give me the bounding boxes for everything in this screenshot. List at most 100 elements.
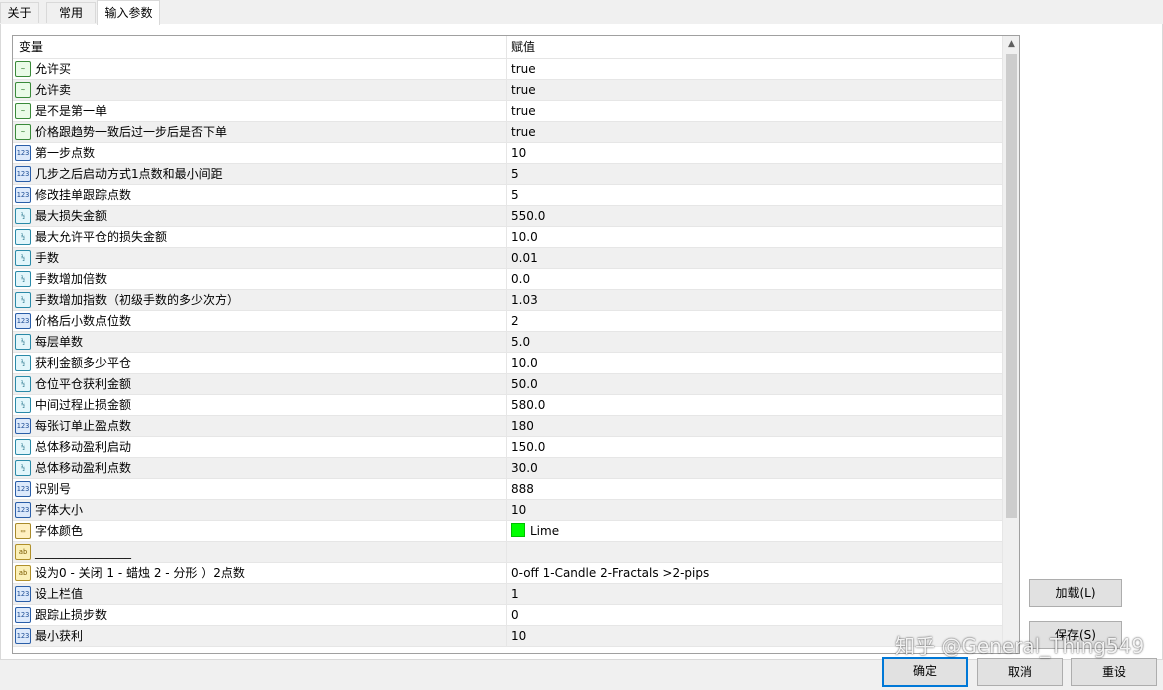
watermark: 知乎 @General_Thing549 [895,634,1145,658]
reset-button[interactable]: 重设 [1071,658,1157,686]
variable-name: 字体颜色 [35,524,84,538]
value-cell[interactable]: 5 [511,164,519,184]
table-row[interactable]: ½ 总体移动盈利启动 150.0 [13,437,1002,458]
variable-cell: 123 每张订单止盈点数 [13,416,507,436]
value-text: 5 [511,167,519,181]
load-button[interactable]: 加载(L) [1029,579,1122,607]
table-row[interactable]: 123 修改挂单跟踪点数 5 [13,185,1002,206]
table-row[interactable]: ab ________________ [13,542,1002,563]
value-cell[interactable]: 5.0 [511,332,530,352]
tab-about[interactable]: 关于 [0,2,39,23]
value-cell[interactable]: 5 [511,185,519,205]
value-cell[interactable]: 10.0 [511,353,538,373]
value-cell[interactable]: 10 [511,143,526,163]
table-row[interactable]: ~ 允许买 true [13,59,1002,80]
table-row[interactable]: ½ 手数增加倍数 0.0 [13,269,1002,290]
value-text: Lime [530,524,560,538]
table-row[interactable]: ½ 获利金额多少平仓 10.0 [13,353,1002,374]
table-row[interactable]: ~ 允许卖 true [13,80,1002,101]
grid-rows: ~ 允许买 true ~ 允许卖 true ~ 是不是第一单 true ~ 价格跟趋势一致后过一步后… [13,59,1002,647]
variable-cell: 123 修改挂单跟踪点数 [13,185,507,205]
column-header-variable[interactable]: 变量 [19,36,43,58]
value-cell[interactable]: 10 [511,626,526,646]
value-text: 10 [511,629,527,643]
table-row[interactable]: ½ 最大允许平仓的损失金额 10.0 [13,227,1002,248]
value-cell[interactable]: 10.0 [511,227,538,247]
table-row[interactable]: 123 第一步点数 10 [13,143,1002,164]
value-cell[interactable]: 50.0 [511,374,538,394]
value-cell[interactable]: 0 [511,605,519,625]
variable-cell: ½ 获利金额多少平仓 [13,353,507,373]
table-row[interactable]: 123 识别号 888 [13,479,1002,500]
cancel-button[interactable]: 取消 [977,658,1063,686]
value-text: 1 [511,587,519,601]
value-cell[interactable]: true [511,122,536,142]
variable-cell: 123 价格后小数点位数 [13,311,507,331]
string-icon: ab [15,544,31,560]
int-icon: 123 [15,187,31,203]
value-cell[interactable]: 10 [511,500,526,520]
value-cell[interactable]: true [511,59,536,79]
value-cell[interactable]: 1 [511,584,519,604]
variable-name: 中间过程止损金额 [35,398,132,412]
value-cell[interactable]: 2 [511,311,519,331]
table-row[interactable]: ½ 中间过程止损金额 580.0 [13,395,1002,416]
table-row[interactable]: ~ 价格跟趋势一致后过一步后是否下单 true [13,122,1002,143]
value-text: 50.0 [511,377,538,391]
table-row[interactable]: 123 几步之后启动方式1点数和最小间距 5 [13,164,1002,185]
double-icon: ½ [15,355,31,371]
variable-name: 几步之后启动方式1点数和最小间距 [35,167,223,181]
value-cell[interactable]: Lime [511,521,559,541]
value-cell[interactable]: 580.0 [511,395,545,415]
value-cell[interactable]: 150.0 [511,437,545,457]
variable-cell: 123 字体大小 [13,500,507,520]
double-icon: ½ [15,250,31,266]
table-row[interactable]: ½ 每层单数 5.0 [13,332,1002,353]
value-cell[interactable]: true [511,80,536,100]
value-cell[interactable]: 180 [511,416,534,436]
value-cell[interactable]: 888 [511,479,534,499]
value-text: 150.0 [511,440,546,454]
table-row[interactable]: 123 价格后小数点位数 2 [13,311,1002,332]
table-row[interactable]: 123 每张订单止盈点数 180 [13,416,1002,437]
table-row[interactable]: ½ 手数增加指数（初级手数的多少次方） 1.03 [13,290,1002,311]
scrollbar-thumb[interactable] [1006,54,1017,518]
table-row[interactable]: ab 设为0 - 关闭 1 - 蜡烛 2 - 分形 ）2点数 0-off 1-Can… [13,563,1002,584]
table-row[interactable]: 123 最小获利 10 [13,626,1002,647]
int-icon: 123 [15,502,31,518]
value-text: true [511,104,536,118]
value-cell[interactable]: 0-off 1-Candle 2-Fractals >2-pips [511,563,709,583]
table-row[interactable]: 123 设上栏值 1 [13,584,1002,605]
int-icon: 123 [15,313,31,329]
variable-name: 修改挂单跟踪点数 [35,188,132,202]
column-header-value[interactable]: 赋值 [511,36,535,58]
value-text: 5.0 [511,335,531,349]
table-row[interactable]: 123 跟踪止损步数 0 [13,605,1002,626]
scroll-up-arrow-icon[interactable]: ▲ [1003,36,1019,53]
variable-name: 最大损失金额 [35,209,108,223]
table-row[interactable]: ▭ 字体颜色 Lime [13,521,1002,542]
variable-name: 允许卖 [35,83,72,97]
value-cell[interactable]: true [511,101,536,121]
variable-name: 最小获利 [35,629,84,643]
value-cell[interactable]: 0.0 [511,269,530,289]
value-text: 0.01 [511,251,538,265]
table-row[interactable]: ½ 最大损失金额 550.0 [13,206,1002,227]
variable-cell: ab ________________ [13,542,507,562]
ok-button[interactable]: 确定 [882,657,968,687]
table-row[interactable]: 123 字体大小 10 [13,500,1002,521]
variable-name: 总体移动盈利启动 [35,440,132,454]
value-cell[interactable]: 550.0 [511,206,545,226]
value-cell[interactable]: 1.03 [511,290,538,310]
table-row[interactable]: ½ 手数 0.01 [13,248,1002,269]
variable-name: 每层单数 [35,335,84,349]
table-row[interactable]: ½ 总体移动盈利点数 30.0 [13,458,1002,479]
tab-inputs[interactable]: 输入参数 [97,0,160,25]
table-row[interactable]: ½ 仓位平仓获利金额 50.0 [13,374,1002,395]
vertical-scrollbar[interactable]: ▲ [1002,36,1019,653]
table-row[interactable]: ~ 是不是第一单 true [13,101,1002,122]
double-icon: ½ [15,208,31,224]
value-cell[interactable]: 0.01 [511,248,538,268]
value-cell[interactable]: 30.0 [511,458,538,478]
tab-common[interactable]: 常用 [46,2,96,23]
